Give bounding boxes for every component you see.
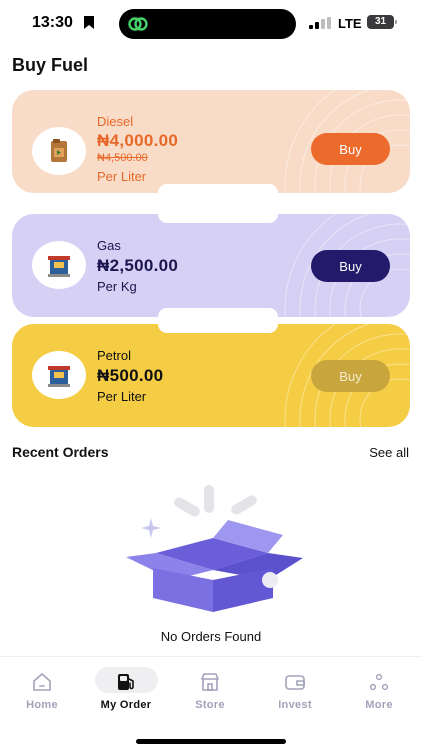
status-time: 13:30	[32, 14, 73, 31]
product-price: ₦500.00	[97, 366, 164, 385]
product-price: ₦4,000.00	[97, 131, 179, 150]
jerrycan-icon	[32, 127, 86, 175]
fuel-card-diesel: Diesel ₦4,000.00 ₦4,500.00 Per Liter Buy	[12, 90, 410, 193]
wallet-icon	[285, 675, 305, 690]
open-box-icon	[126, 485, 303, 612]
buy-petrol-button[interactable]: Buy	[311, 360, 390, 392]
nav-store[interactable]: Store	[175, 667, 245, 715]
recent-orders-title: Recent Orders	[12, 444, 109, 460]
nav-label: Store	[195, 699, 225, 711]
store-icon	[201, 673, 219, 691]
buy-gas-button[interactable]: Buy	[311, 250, 390, 282]
product-unit: Per Liter	[97, 389, 147, 404]
nav-label: Home	[26, 699, 58, 711]
product-name: Petrol	[97, 348, 131, 363]
nav-label: More	[365, 699, 393, 711]
fuel-card-petrol: Petrol ₦500.00 Per Liter Buy	[12, 324, 410, 427]
product-unit: Per Liter	[97, 169, 147, 184]
nav-my-order[interactable]: My Order	[91, 667, 161, 715]
empty-orders-text: No Orders Found	[160, 629, 262, 644]
nav-more[interactable]: More	[344, 667, 414, 715]
product-old-price: ₦4,500.00	[97, 152, 148, 164]
battery-icon: 31	[367, 15, 397, 29]
battery-level: 31	[374, 16, 387, 27]
bottom-nav: Home My Order Store Invest More	[0, 656, 422, 750]
link-icon	[128, 17, 148, 31]
bookmark-icon	[84, 16, 94, 29]
product-unit: Per Kg	[97, 279, 137, 294]
nav-label: My Order	[100, 699, 152, 711]
fuel-pump-icon	[32, 351, 86, 399]
product-name: Diesel	[97, 114, 134, 129]
fuel-card-gas: Gas ₦2,500.00 Per Kg Buy	[12, 214, 410, 317]
status-bar: 13:30 LTE 31	[0, 0, 422, 46]
more-dots-icon	[369, 673, 389, 691]
home-icon	[33, 673, 51, 691]
fuel-pump-icon	[32, 241, 86, 289]
signal-icon	[309, 17, 331, 29]
home-indicator	[136, 739, 286, 744]
product-name: Gas	[97, 238, 121, 253]
product-price: ₦2,500.00	[97, 256, 179, 275]
see-all-link[interactable]: See all	[369, 445, 409, 460]
fuel-pump-icon	[118, 674, 134, 690]
dynamic-island	[119, 9, 296, 39]
network-type: LTE	[338, 16, 362, 31]
buy-diesel-button[interactable]: Buy	[311, 133, 390, 165]
page-title: Buy Fuel	[12, 55, 89, 75]
nav-invest[interactable]: Invest	[260, 667, 330, 715]
nav-home[interactable]: Home	[7, 667, 77, 715]
nav-label: Invest	[278, 699, 312, 711]
